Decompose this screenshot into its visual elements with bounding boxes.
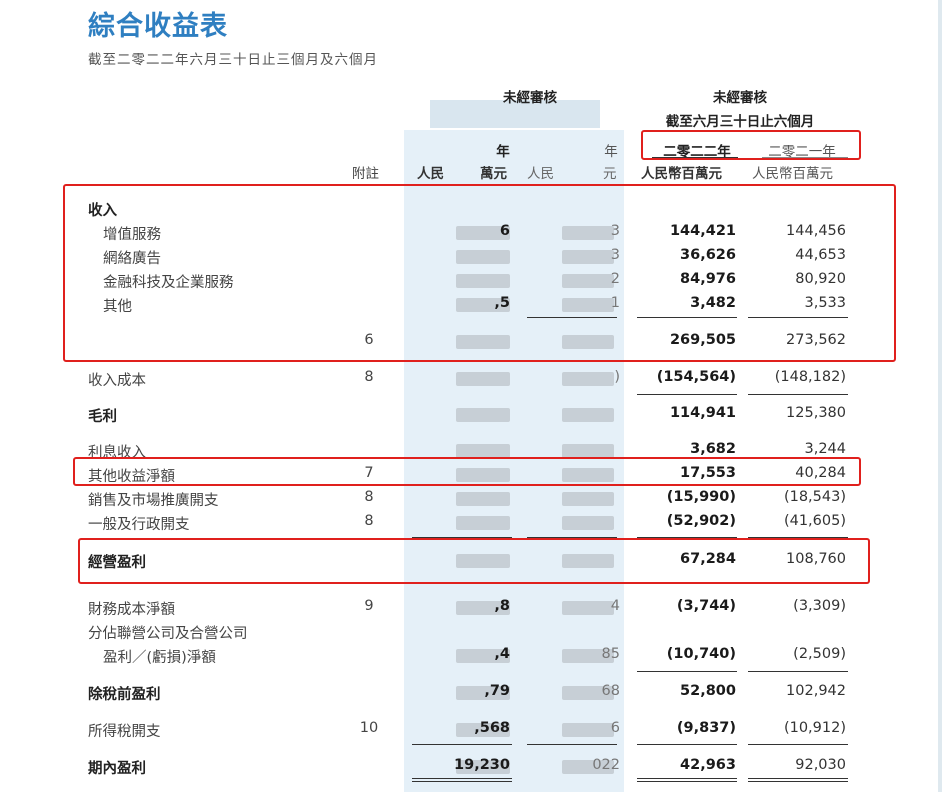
row-value-q2021-partial: 022 <box>592 757 620 773</box>
row-value-2021: (10,912) <box>783 720 846 736</box>
header-unit-partial-2: 人民 <box>527 166 554 182</box>
redacted-cell <box>562 492 614 506</box>
redacted-cell <box>456 372 510 386</box>
page-title: 綜合收益表 <box>88 11 228 42</box>
row-label: 收入成本 <box>88 373 146 389</box>
rule <box>637 781 737 782</box>
row-label: 財務成本淨額 <box>88 602 175 618</box>
redacted-cell <box>562 408 614 422</box>
highlight-revenue <box>63 184 896 362</box>
header-year-partial-2: 年 <box>604 144 618 160</box>
header-unaudited-left: 未經審核 <box>503 90 557 106</box>
row-value-2021: (41,605) <box>783 513 846 529</box>
rule <box>637 778 737 779</box>
header-year-partial-1: 年 <box>496 144 510 160</box>
row-note: 8 <box>364 513 374 529</box>
header-unaudited-right: 未經審核 <box>713 90 767 106</box>
highlight-year-header <box>641 130 861 160</box>
row-value-2021: (18,543) <box>783 489 846 505</box>
page-subtitle: 截至二零二二年六月三十日止三個月及六個月 <box>88 52 378 68</box>
row-value-2021: (3,309) <box>793 598 846 614</box>
row-label: 毛利 <box>88 409 117 425</box>
page-edge <box>938 0 942 792</box>
row-value-2022: 3,682 <box>690 441 736 457</box>
row-value-2021: 92,030 <box>795 757 846 773</box>
rule <box>748 781 848 782</box>
row-value-2022: (3,744) <box>676 598 736 614</box>
row-value-2022: (154,564) <box>656 369 736 385</box>
row-label: 所得稅開支 <box>88 724 161 740</box>
row-value-q2022-partial: ,79 <box>484 683 510 699</box>
rule <box>527 744 617 745</box>
rule <box>412 778 512 779</box>
row-value-2021: 102,942 <box>786 683 846 699</box>
row-value-2022: 42,963 <box>680 757 736 773</box>
row-value-q2021-partial: 4 <box>610 598 620 614</box>
redacted-cell <box>562 516 614 530</box>
row-value-2021: (2,509) <box>793 646 846 662</box>
row-value-q2022-partial: 19,230 <box>454 757 510 773</box>
row-value-2021: 3,244 <box>804 441 846 457</box>
header-unit-2022: 人民幣百萬元 <box>641 166 722 182</box>
row-value-q2021-partial: 85 <box>601 646 620 662</box>
row-note: 10 <box>359 720 379 736</box>
row-value-2022: 52,800 <box>680 683 736 699</box>
redacted-cell <box>456 444 510 458</box>
row-label: 銷售及市場推廣開支 <box>88 493 219 509</box>
rule <box>637 671 737 672</box>
rule <box>748 671 848 672</box>
row-value-q2021-partial: 6 <box>610 720 620 736</box>
row-label: 盈利／(虧損)淨額 <box>103 650 216 666</box>
highlight-operating-profit <box>78 538 870 584</box>
header-unit-partial-1: 人民 <box>417 166 444 182</box>
header-six-months: 截至六月三十日止六個月 <box>665 114 815 130</box>
rule <box>637 744 737 745</box>
rule <box>412 744 512 745</box>
header-unit-partial-2b: 元 <box>603 166 617 182</box>
row-value-q2022-partial: ,568 <box>474 720 510 736</box>
row-value-2022: 114,941 <box>669 405 736 421</box>
row-note: 9 <box>364 598 374 614</box>
row-label: 一般及行政開支 <box>88 517 190 533</box>
redacted-cell <box>456 516 510 530</box>
header-unit-partial-1b: 萬元 <box>480 166 507 182</box>
rule <box>748 744 848 745</box>
row-note: 8 <box>364 489 374 505</box>
row-value-2022: (9,837) <box>676 720 736 736</box>
row-value-2021: 125,380 <box>786 405 846 421</box>
row-value-2022: (10,740) <box>666 646 736 662</box>
row-value-q2022-partial: ,4 <box>494 646 510 662</box>
row-note: 8 <box>364 369 374 385</box>
redacted-cell <box>562 444 614 458</box>
row-value-2022: (52,902) <box>666 513 736 529</box>
row-value-2021: (148,182) <box>774 369 846 385</box>
redacted-cell <box>456 492 510 506</box>
redacted-cell <box>456 408 510 422</box>
row-label: 期內盈利 <box>88 761 146 777</box>
rule <box>412 781 512 782</box>
row-value-q2021-partial: ) <box>614 369 620 385</box>
row-value-q2022-partial: ,8 <box>494 598 510 614</box>
rule <box>637 394 737 395</box>
row-value-2022: (15,990) <box>666 489 736 505</box>
row-value-q2021-partial: 68 <box>601 683 620 699</box>
header-note: 附註 <box>352 166 379 182</box>
highlight-other-gains <box>73 457 861 486</box>
header-unit-2021: 人民幣百萬元 <box>752 166 833 182</box>
row-label: 分佔聯營公司及合營公司 <box>88 626 248 642</box>
rule <box>748 394 848 395</box>
rule <box>748 778 848 779</box>
row-label: 除稅前盈利 <box>88 687 161 703</box>
